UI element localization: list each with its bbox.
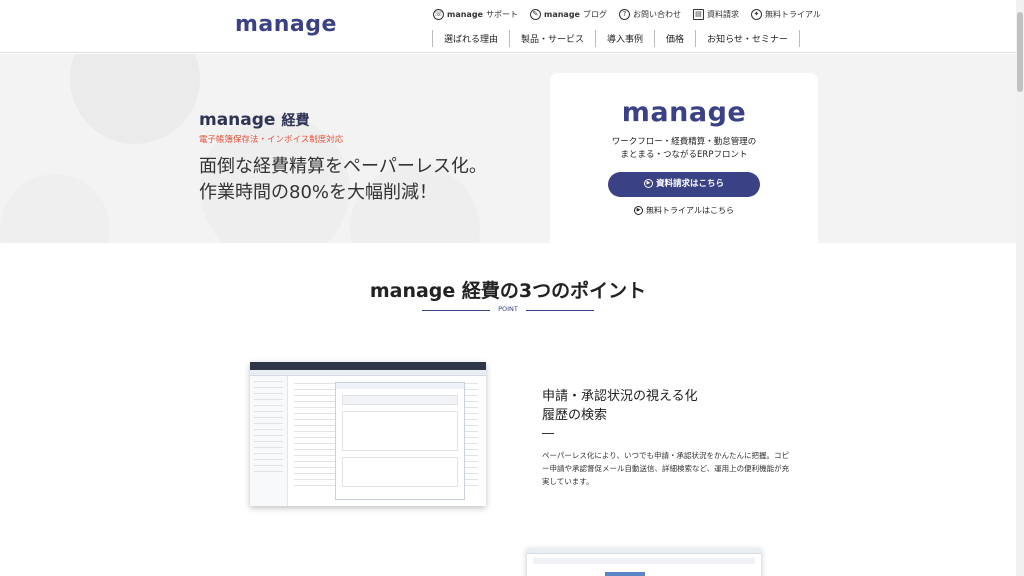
section-subtitle: POINT	[422, 305, 594, 317]
feature-screenshot	[250, 362, 486, 506]
nav-pricing[interactable]: 価格	[654, 30, 695, 47]
hero-product-name: manage 経費	[199, 110, 310, 130]
hero-decoration	[0, 174, 110, 243]
scrollbar-thumb[interactable]	[1017, 12, 1023, 92]
section-title: manage 経費の3つのポイント	[369, 280, 647, 302]
question-icon: ?	[618, 9, 630, 20]
trial-icon: ✦	[750, 9, 762, 20]
site-header: manage ☏ manage サポート ✎ manage ブログ ? お問い合わせ…	[0, 0, 1016, 53]
hero-decoration	[70, 54, 200, 144]
feature-title: 申請・承認状況の視える化 履歴の検索	[542, 389, 698, 423]
document-icon: ▤	[692, 9, 704, 20]
request-document-button[interactable]: ▶ 資料請求はこちら	[608, 172, 760, 197]
divider-line	[526, 310, 594, 311]
hero-compliance-text: 電子帳簿保存法・インボイス制度対応	[199, 135, 344, 145]
util-support[interactable]: ☏ manage サポート	[433, 9, 518, 20]
util-trial[interactable]: ✦ 無料トライアル	[750, 9, 821, 20]
nav-products[interactable]: 製品・サービス	[509, 30, 595, 47]
cta-logo: manage	[621, 97, 747, 128]
util-contact[interactable]: ? お問い合わせ	[618, 9, 681, 20]
cta-card: manage ワークフロー・経費精算・勤怠管理の まとまる・つながるERPフロン…	[550, 73, 818, 243]
app-toolbar	[527, 548, 761, 554]
utility-nav: ☏ manage サポート ✎ manage ブログ ? お問い合わせ ▤ 資料請求…	[433, 9, 821, 20]
hero-section: manage 経費 電子帳簿保存法・インボイス制度対応 面倒な経費精算をペーパーレ…	[0, 54, 1016, 243]
nav-news[interactable]: お知らせ・セミナー	[695, 30, 800, 47]
nav-cases[interactable]: 導入事例	[595, 30, 654, 47]
app-sidebar	[250, 376, 288, 506]
nav-reasons[interactable]: 選ばれる理由	[432, 30, 509, 47]
app-detail-popup	[335, 382, 465, 500]
feature-screenshot-2	[527, 548, 761, 576]
util-blog[interactable]: ✎ manage ブログ	[529, 9, 607, 20]
play-icon: ▶	[643, 179, 653, 188]
main-nav: 選ばれる理由 製品・サービス 導入事例 価格 お知らせ・セミナー	[432, 30, 800, 47]
blog-icon: ✎	[529, 9, 541, 20]
feature-body: ペーパーレス化により、いつでも申請・承認状況をかんたんに把握。コピー申請や承認督…	[542, 451, 790, 486]
play-icon: ▶	[634, 206, 644, 215]
feature-divider	[542, 433, 554, 434]
page-scrollbar[interactable]	[1016, 0, 1024, 576]
cta-description: ワークフロー・経費精算・勤怠管理の まとまる・つながるERPフロント	[611, 137, 757, 160]
util-document[interactable]: ▤ 資料請求	[692, 9, 739, 20]
app-title-bar	[250, 362, 486, 370]
hero-headline: 面倒な経費精算をペーパーレス化。 作業時間の80%を大幅削減！	[199, 156, 487, 203]
header-logo[interactable]: manage	[235, 12, 337, 37]
free-trial-link[interactable]: ▶ 無料トライアルはこちら	[550, 205, 818, 216]
support-icon: ☏	[433, 9, 444, 20]
divider-line	[422, 310, 490, 311]
